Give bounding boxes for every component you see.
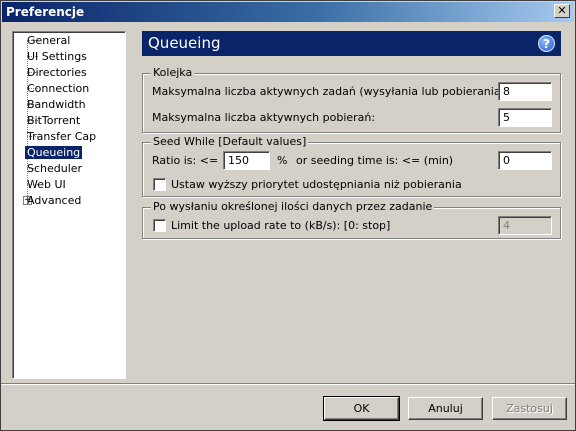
preferences-window: Preferencje ✕ General UI Settings Direct… (0, 0, 576, 431)
seeding-time-label: or seeding time is: <= (min) (296, 154, 454, 167)
tree-item-label: Scheduler (27, 162, 83, 175)
tree-item-label: Bandwidth (27, 98, 86, 111)
window-title: Preferencje (6, 5, 85, 19)
limit-upload-label: Limit the upload rate to (kB/s): [0: sto… (171, 219, 391, 232)
tree-item-bandwidth[interactable]: Bandwidth (25, 97, 88, 112)
cancel-button[interactable]: Anuluj (408, 397, 483, 420)
group-title: Seed While [Default values] (151, 135, 309, 148)
tree-item-advanced[interactable]: Advanced (25, 193, 83, 208)
tree-item-label: Web UI (27, 178, 66, 191)
tree-item-web-ui[interactable]: Web UI (25, 177, 68, 192)
seeding-time-input[interactable]: 0 (498, 151, 552, 170)
active-tasks-input[interactable]: 8 (498, 82, 552, 101)
tree-item-label: General (27, 34, 71, 47)
active-tasks-label: Maksymalna liczba aktywnych zadań (wysył… (152, 85, 509, 98)
ratio-input[interactable]: 150 (223, 151, 270, 170)
priority-checkbox[interactable] (153, 178, 166, 191)
tree-item-label: Directories (27, 66, 87, 79)
tree-item-label: Transfer Cap (27, 130, 97, 143)
close-icon: ✕ (557, 4, 567, 17)
tree-item-connection[interactable]: Connection (25, 81, 91, 96)
percent-label: % (277, 154, 288, 167)
tree-item-label: Queueing (25, 146, 83, 159)
footer-separator (1, 383, 575, 385)
tree-item-label: UI Settings (27, 50, 87, 63)
tree-item-scheduler[interactable]: Scheduler (25, 161, 84, 176)
tree-item-label: Connection (27, 82, 90, 95)
tree-item-transfer-cap[interactable]: Transfer Cap (25, 129, 98, 144)
group-title: Po wysłaniu określonej ilości danych prz… (151, 200, 435, 213)
help-icon[interactable]: ? (538, 35, 555, 52)
page-title: Queueing (148, 34, 221, 52)
tree-item-bittorrent[interactable]: BitTorrent (25, 113, 82, 128)
group-title: Kolejka (151, 66, 195, 79)
limit-upload-input[interactable]: 4 (498, 216, 552, 235)
queue-group: Kolejka Maksymalna liczba aktywnych zada… (142, 66, 561, 133)
ok-button[interactable]: OK (323, 396, 400, 421)
active-downloads-input[interactable]: 5 (498, 108, 552, 127)
ratio-label: Ratio is: <= (152, 154, 219, 167)
seed-while-group: Seed While [Default values] Ratio is: <=… (142, 135, 561, 197)
tree-item-general[interactable]: General (25, 33, 72, 48)
tree-item-label: BitTorrent (27, 114, 81, 127)
upload-limit-group: Po wysłaniu określonej ilości danych prz… (142, 200, 561, 239)
tree-item-ui-settings[interactable]: UI Settings (25, 49, 89, 64)
tree-item-directories[interactable]: Directories (25, 65, 89, 80)
tree-item-queueing[interactable]: Queueing (25, 145, 83, 160)
close-button[interactable]: ✕ (554, 4, 570, 18)
active-downloads-label: Maksymalna liczba aktywnych pobierań: (152, 111, 376, 124)
priority-label: Ustaw wyższy priorytet udostępniania niż… (171, 178, 462, 191)
apply-button[interactable]: Zastosuj (492, 397, 567, 420)
tree-item-label: Advanced (27, 194, 82, 207)
page-header: Queueing ? (142, 31, 561, 56)
limit-upload-checkbox[interactable] (153, 219, 166, 232)
title-bar: Preferencje ✕ (2, 2, 574, 22)
category-tree: General UI Settings Directories Connecti… (12, 31, 126, 379)
